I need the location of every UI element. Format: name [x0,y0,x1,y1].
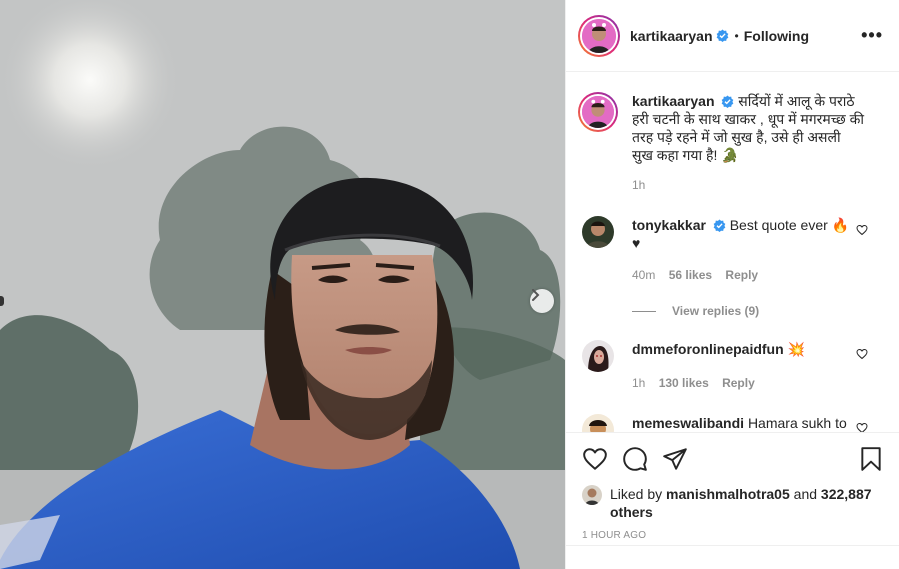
reply-button[interactable]: Reply [725,268,758,282]
next-photo-button[interactable] [530,289,554,313]
comment-likes[interactable]: 130 likes [659,376,709,390]
post-photo[interactable] [0,0,565,569]
comment-username[interactable]: memeswalibandi [632,415,744,431]
comment-text: Hamara sukh to [747,415,847,431]
caption-author-avatar[interactable] [578,92,618,132]
author-avatar[interactable] [578,14,620,57]
caption-timestamp[interactable]: 1h [632,176,864,194]
caption-username[interactable]: kartikaaryan [632,93,715,109]
previous-edge-indicator [0,296,4,306]
post-timestamp[interactable]: 1 HOUR AGO [582,530,884,541]
author-username[interactable]: kartikaaryan [630,28,713,44]
verified-badge-icon [716,29,728,42]
comment-item: dmmeforonlinepaidfun 💥 1h 130 likes Repl… [578,340,884,392]
comment-text: 💥 [787,341,805,357]
comment-username[interactable]: tonykakkar [632,217,706,233]
comment-icon[interactable] [622,446,648,472]
verified-badge-icon [722,95,734,108]
comment-username[interactable]: dmmeforonlinepaidfun [632,341,784,357]
view-replies-button[interactable]: View replies (9) [632,304,884,318]
post-details-panel: kartikaaryan • Following ••• kartikaarya… [565,0,899,569]
liked-by-summary: Liked by manishmalhotra05 and 322,887 ot… [582,485,884,521]
post-caption: kartikaaryan सर्दियों में आलू के पराठे ह… [578,73,884,194]
liked-by-and: and [793,486,818,502]
comment-item: tonykakkar Best quote ever 🔥 ♥ 40m 56 li… [578,216,884,284]
reply-button[interactable]: Reply [722,376,755,390]
comment-time[interactable]: 40m [632,268,655,282]
separator-dot: • [734,28,739,43]
post-header: kartikaaryan • Following ••• [566,0,899,72]
comment-input-divider [566,545,899,546]
heart-icon[interactable] [582,446,608,472]
caption-avatar-image [582,96,614,128]
paper-plane-icon[interactable] [662,446,688,472]
liked-by-prefix: Liked by [610,486,663,502]
view-replies-label: View replies (9) [672,304,760,318]
comment-time[interactable]: 1h [632,376,645,390]
post-actions: Liked by manishmalhotra05 and 322,887 ot… [566,432,899,569]
liked-by-user[interactable]: manishmalhotra05 [666,486,790,502]
like-comment-heart-icon[interactable] [856,348,868,360]
commenter-avatar[interactable] [582,216,614,248]
comment-item: memeswalibandi Hamara sukh to [578,414,884,432]
author-avatar-image [582,18,616,53]
commenter-avatar[interactable] [582,340,614,372]
more-options-button[interactable]: ••• [861,25,883,46]
liker-avatar[interactable] [582,485,602,505]
comments-section[interactable]: kartikaaryan सर्दियों में आलू के पराठे ह… [566,73,899,432]
like-comment-heart-icon[interactable] [856,422,868,432]
commenter-avatar[interactable] [582,414,614,432]
like-comment-heart-icon[interactable] [856,224,868,236]
comment-likes[interactable]: 56 likes [669,268,712,282]
selfie-image [0,0,565,569]
chevron-right-icon [532,289,540,301]
verified-badge-icon [713,219,726,232]
following-button[interactable]: Following [744,28,809,44]
bookmark-icon[interactable] [858,446,884,472]
replies-line [632,310,656,312]
